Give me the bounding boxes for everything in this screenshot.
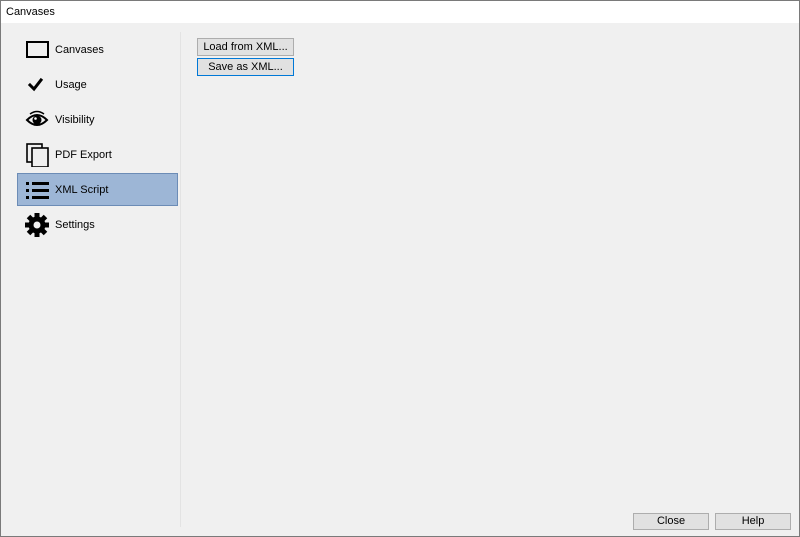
sidebar-item-xml-script[interactable]: XML Script — [17, 173, 178, 206]
sidebar-item-pdf-export[interactable]: PDF Export — [17, 138, 178, 171]
sidebar-item-settings[interactable]: Settings — [17, 208, 178, 241]
sidebar: Canvases Usage Visibility PDF Export XML… — [16, 32, 181, 527]
window-title: Canvases — [6, 6, 55, 18]
sidebar-item-label: PDF Export — [55, 149, 112, 161]
close-button[interactable]: Close — [633, 513, 709, 530]
gear-icon — [25, 213, 51, 237]
sidebar-item-label: Usage — [55, 79, 87, 91]
save-as-xml-button[interactable]: Save as XML... — [197, 58, 294, 76]
sidebar-item-visibility[interactable]: Visibility — [17, 103, 178, 136]
canvases-dialog: Canvases Canvases Usage Visibility PDF E… — [0, 0, 800, 537]
list-icon — [25, 178, 51, 202]
pages-icon — [25, 143, 51, 168]
sidebar-item-canvases[interactable]: Canvases — [17, 33, 178, 66]
sidebar-item-label: XML Script — [55, 184, 109, 196]
rectangle-icon — [25, 38, 51, 62]
load-from-xml-button[interactable]: Load from XML... — [197, 38, 294, 56]
title-bar: Canvases — [1, 1, 799, 23]
sidebar-item-label: Canvases — [55, 44, 104, 56]
eye-icon — [25, 108, 51, 132]
sidebar-item-usage[interactable]: Usage — [17, 68, 178, 101]
sidebar-item-label: Visibility — [55, 114, 95, 126]
sidebar-item-label: Settings — [55, 219, 95, 231]
help-button[interactable]: Help — [715, 513, 791, 530]
checkmark-icon — [25, 73, 51, 97]
